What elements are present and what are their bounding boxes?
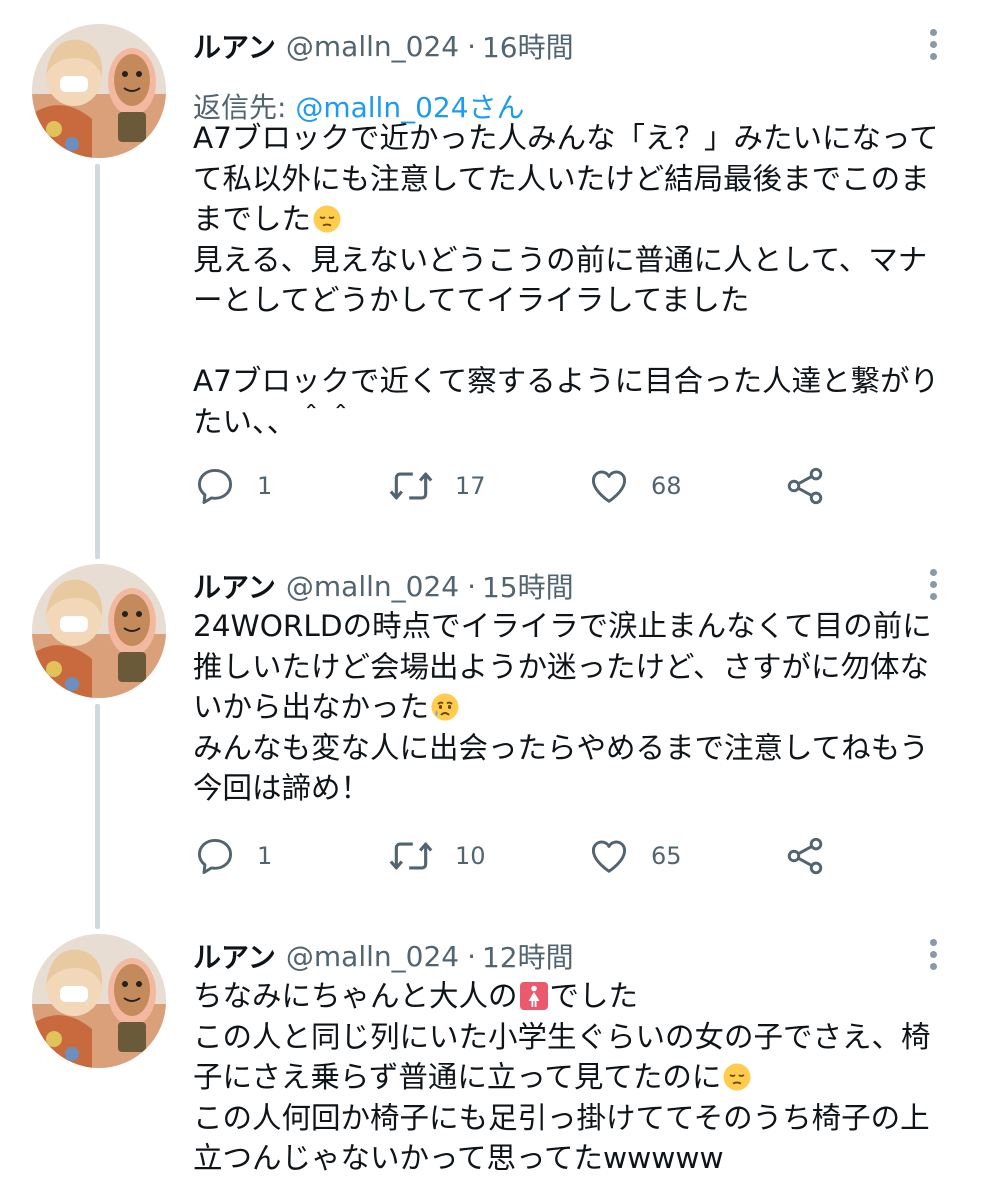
tweet-actions: 1 17 68 (193, 462, 953, 510)
like-count: 68 (651, 472, 682, 500)
tweet-text-line: この人何回か椅子にも足引っ掛けててそのうち椅子の上 (193, 1100, 930, 1135)
retweet-count: 10 (455, 842, 486, 870)
like-count: 65 (651, 842, 682, 870)
share-button[interactable] (783, 462, 827, 510)
separator-dot: · (467, 569, 476, 603)
tweet-text-line: 24WORLDの時点でイライラで涙止まんなくて目の前に (193, 609, 932, 643)
tweet-text-line: て私以外にも注意してた人いたけど結局最後までこのま (193, 161, 930, 196)
tweet-thread: ルアン @malln_024 · 16時間 返信先: @malln_024さん … (0, 0, 983, 1200)
separator-dot: · (467, 939, 476, 973)
pensive-emoji-icon (313, 205, 341, 233)
user-handle[interactable]: @malln_024 (286, 30, 459, 63)
tweet-text-line: でした (549, 979, 639, 1013)
avatar[interactable] (32, 564, 166, 698)
tweet[interactable]: ルアン @malln_024 · 16時間 返信先: @malln_024さん … (0, 22, 983, 559)
share-icon (787, 837, 823, 875)
retweet-icon (389, 472, 433, 500)
tweet-text-line: 立つんじゃないかって思ってたwwwww (193, 1141, 724, 1175)
more-options-icon[interactable] (918, 562, 948, 606)
retweet-count: 17 (455, 472, 486, 500)
tweet-text-line: いから出なかった (193, 690, 430, 724)
avatar[interactable] (32, 934, 166, 1068)
tweet[interactable]: ルアン @malln_024 · 12時間 ちなみにちゃんと大人の でした この人… (0, 932, 983, 1200)
share-icon (787, 467, 823, 505)
display-name[interactable]: ルアン (193, 566, 276, 606)
thread-connector (95, 704, 100, 929)
tweet-text-line: ーとしてどうかしててイライラしてました (193, 283, 750, 317)
retweet-button[interactable]: 10 (387, 832, 486, 880)
tweet-text-line: 今回は諦め！ (193, 771, 371, 805)
separator-dot: · (467, 29, 476, 63)
tweet-text-line: ちなみにちゃんと大人の (193, 979, 518, 1013)
user-handle[interactable]: @malln_024 (286, 940, 459, 973)
tweet-header: ルアン @malln_024 · 15時間 (193, 562, 574, 610)
tweet-text-line: 見える、見えないどうこうの前に普通に人として、マナ (193, 242, 928, 277)
thread-connector (95, 164, 100, 559)
tweet-text-line: この人と同じ列にいた小学生ぐらいの女の子でさえ、椅 (193, 1019, 931, 1054)
womens-room-emoji-icon (519, 982, 548, 1010)
like-button[interactable]: 65 (587, 832, 682, 880)
reply-count: 1 (257, 472, 273, 500)
pensive-emoji-icon (723, 1063, 751, 1091)
retweet-button[interactable]: 17 (387, 462, 486, 510)
tweet-text-line-with-emoji: までした (193, 199, 953, 240)
tweet-text-line: A7ブロックで近くて察するように目合った人達と繋がり (193, 364, 940, 398)
retweet-icon (389, 842, 433, 870)
tweet-text: 24WORLDの時点でイライラで涙止まんなくて目の前に 推しいたけど会場出ようか… (193, 606, 953, 809)
avatar[interactable] (32, 24, 166, 158)
reply-icon (197, 838, 233, 874)
more-options-icon[interactable] (918, 932, 948, 976)
heart-icon (591, 470, 627, 503)
like-button[interactable]: 68 (587, 462, 682, 510)
tweet[interactable]: ルアン @malln_024 · 15時間 24WORLDの時点でイライラで涙止… (0, 562, 983, 929)
tweet-text-line: A7ブロックで近かった人みんな「え？」みたいになって (193, 121, 939, 155)
tweet-text-line: たい、、＾＾ (193, 404, 356, 439)
tweet-text-line: 子にさえ乗らず普通に立って見てたのに (193, 1060, 722, 1094)
tweet-actions: 1 10 65 (193, 832, 953, 880)
tweet-text: A7ブロックで近かった人みんな「え？」みたいになって て私以外にも注意してた人い… (193, 118, 953, 442)
tweet-text: ちなみにちゃんと大人の でした この人と同じ列にいた小学生ぐらいの女の子でさえ、椅… (193, 976, 953, 1179)
timestamp[interactable]: 16時間 (482, 26, 574, 66)
tweet-header: ルアン @malln_024 · 16時間 (193, 22, 574, 70)
tweet-text-line-with-emoji: ちなみにちゃんと大人の でした (193, 976, 953, 1017)
reply-button[interactable]: 1 (193, 832, 272, 880)
reply-button[interactable]: 1 (193, 462, 272, 510)
share-button[interactable] (783, 832, 827, 880)
tweet-header: ルアン @malln_024 · 12時間 (193, 932, 574, 980)
reply-count: 1 (257, 842, 273, 870)
user-handle[interactable]: @malln_024 (286, 570, 459, 603)
tweet-text-line: みんなも変な人に出会ったらやめるまで注意してねもう (193, 730, 929, 765)
tweet-text-line: までした (193, 202, 312, 236)
display-name[interactable]: ルアン (193, 26, 276, 66)
tweet-text-line: 推しいたけど会場出ようか迷ったけど、さすがに勿体な (193, 649, 930, 684)
heart-icon (591, 840, 627, 873)
display-name[interactable]: ルアン (193, 936, 276, 976)
tweet-text-line-with-emoji: いから出なかった (193, 687, 953, 728)
more-options-icon[interactable] (918, 22, 948, 66)
timestamp[interactable]: 12時間 (482, 936, 574, 976)
tweet-text-line-with-emoji: 子にさえ乗らず普通に立って見てたのに (193, 1057, 953, 1098)
reply-icon (197, 468, 233, 504)
crying-emoji-icon (431, 693, 459, 721)
timestamp[interactable]: 15時間 (482, 566, 574, 606)
